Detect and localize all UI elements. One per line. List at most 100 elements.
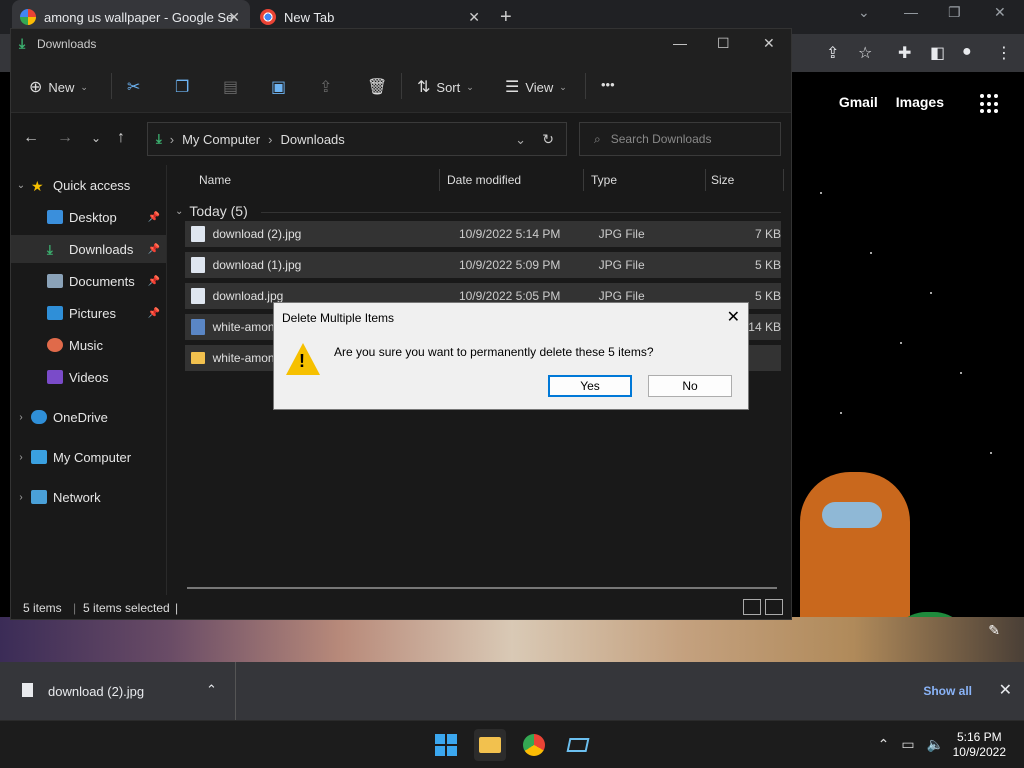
column-name[interactable]: Name — [199, 173, 231, 187]
share-icon[interactable]: ⇪ — [826, 43, 839, 63]
chrome-icon — [260, 9, 276, 25]
file-type: JPG File — [598, 289, 645, 303]
share-button[interactable]: ⇪ — [319, 77, 332, 97]
file-name: download.jpg — [212, 289, 284, 303]
delete-button[interactable]: 🗑 — [367, 77, 387, 97]
close-window-icon[interactable]: ✕ — [994, 4, 1006, 21]
download-item[interactable]: download (2).jpg ⌃ — [0, 662, 236, 720]
new-button[interactable]: ⊕ New ⌄ — [29, 77, 88, 97]
expand-chevron-icon[interactable]: ⌄ — [11, 180, 31, 191]
start-button[interactable] — [430, 729, 462, 761]
nav-videos[interactable]: Videos — [11, 363, 166, 391]
show-all-link[interactable]: Show all — [923, 684, 972, 698]
tab-search-chevron-icon[interactable]: ⌄ — [858, 4, 870, 21]
column-type[interactable]: Type — [591, 173, 617, 187]
maximize-icon[interactable]: ☐ — [717, 35, 730, 52]
google-apps-icon[interactable] — [980, 94, 1000, 114]
copy-icon: ❐ — [175, 79, 190, 96]
images-link[interactable]: Images — [896, 94, 944, 110]
close-icon[interactable]: ✕ — [727, 307, 740, 327]
extensions-icon[interactable]: ✚ — [898, 43, 911, 63]
restore-icon[interactable]: ❐ — [948, 4, 961, 21]
network-icon[interactable]: ▭ — [901, 736, 914, 753]
cut-button[interactable]: ✂ — [127, 77, 140, 97]
minimize-icon[interactable]: — — [673, 35, 687, 51]
tiles-view-icon[interactable] — [765, 599, 783, 615]
file-type: JPG File — [598, 258, 645, 272]
breadcrumb-downloads[interactable]: Downloads — [280, 132, 344, 147]
nav-desktop[interactable]: Desktop 📌 — [11, 203, 166, 231]
nav-music[interactable]: Music — [11, 331, 166, 359]
nav-my-computer[interactable]: › My Computer — [11, 443, 166, 471]
horizontal-scrollbar[interactable] — [187, 587, 777, 589]
group-header-today[interactable]: ⌄ Today (5) — [175, 203, 248, 219]
up-arrow-icon[interactable]: ↑ — [117, 129, 125, 147]
profile-icon[interactable]: ● — [962, 43, 972, 61]
app-taskbar-button[interactable] — [562, 729, 594, 761]
nav-onedrive[interactable]: › OneDrive — [11, 403, 166, 431]
show-hidden-icons-chevron-icon[interactable]: ⌃ — [878, 736, 890, 753]
rename-button[interactable]: ▣ — [271, 77, 286, 97]
nav-downloads[interactable]: ⤓ Downloads 📌 — [11, 235, 166, 263]
no-button[interactable]: No — [648, 375, 732, 397]
address-bar[interactable]: ⤓ › My Computer › Downloads ⌄ ↻ — [147, 122, 567, 156]
paste-button[interactable]: ▤ — [223, 77, 238, 97]
nav-documents[interactable]: Documents 📌 — [11, 267, 166, 295]
minimize-icon[interactable]: — — [904, 4, 918, 20]
address-dropdown-icon[interactable]: ⌄ — [515, 132, 526, 148]
copy-button[interactable]: ❐ — [175, 77, 189, 97]
edit-pencil-icon[interactable]: ✎ — [988, 622, 1000, 639]
chrome-menu-icon[interactable]: ⋮ — [996, 43, 1012, 63]
file-row[interactable]: download (2).jpg 10/9/2022 5:14 PM JPG F… — [185, 221, 781, 247]
sort-button[interactable]: ⇅ Sort ⌄ — [417, 77, 474, 97]
close-tab-icon[interactable]: ✕ — [468, 9, 480, 26]
close-icon[interactable]: ✕ — [999, 680, 1012, 700]
crewmate-visor — [822, 502, 882, 528]
selected-count: 5 items selected — [83, 601, 170, 615]
nav-label: OneDrive — [53, 409, 108, 425]
expand-chevron-icon[interactable]: › — [11, 492, 31, 503]
view-button[interactable]: ☰ View ⌄ — [505, 77, 567, 97]
forward-arrow-icon[interactable]: → — [57, 129, 73, 147]
collapse-chevron-icon: ⌄ — [175, 205, 184, 217]
tab-title: among us wallpaper - Google Se — [44, 9, 234, 25]
gmail-link[interactable]: Gmail — [839, 94, 878, 110]
side-panel-icon[interactable]: ◧ — [930, 43, 945, 63]
file-row[interactable]: download (1).jpg 10/9/2022 5:09 PM JPG F… — [185, 252, 781, 278]
refresh-icon[interactable]: ↻ — [542, 131, 554, 148]
folder-icon — [479, 737, 501, 753]
nav-label: Quick access — [53, 177, 131, 193]
nav-network[interactable]: › Network — [11, 483, 166, 511]
windows-logo-icon — [435, 734, 457, 756]
clock[interactable]: 5:16 PM 10/9/2022 — [953, 730, 1006, 760]
nav-quick-access[interactable]: ⌄ ★ Quick access — [11, 171, 166, 199]
folder-icon — [191, 352, 205, 364]
pin-icon: 📌 — [147, 275, 160, 287]
nav-pictures[interactable]: Pictures 📌 — [11, 299, 166, 327]
clock-time: 5:16 PM — [956, 730, 1002, 744]
search-input[interactable]: ⌕ Search Downloads — [579, 122, 781, 156]
navigation-pane: ⌄ ★ Quick access Desktop 📌 ⤓ Downloads 📌… — [11, 165, 167, 595]
expand-chevron-icon[interactable]: › — [11, 452, 31, 463]
recent-locations-chevron-icon[interactable]: ⌄ — [91, 131, 101, 145]
volume-icon[interactable]: 🔈 — [927, 736, 944, 753]
nav-label: Network — [53, 489, 101, 505]
column-size[interactable]: Size — [711, 173, 734, 187]
close-icon[interactable]: ✕ — [763, 35, 775, 52]
details-view-icon[interactable] — [743, 599, 761, 615]
view-label: View — [525, 79, 554, 95]
pin-icon: 📌 — [147, 307, 160, 319]
yes-button[interactable]: Yes — [548, 375, 632, 397]
column-date-modified[interactable]: Date modified — [447, 173, 521, 187]
clock-date: 10/9/2022 — [952, 745, 1006, 759]
bookmark-star-icon[interactable]: ☆ — [858, 43, 872, 63]
file-explorer-taskbar-button[interactable] — [474, 729, 506, 761]
close-tab-icon[interactable]: ✕ — [228, 9, 240, 26]
expand-chevron-icon[interactable]: › — [11, 412, 31, 423]
nav-label: Videos — [69, 369, 109, 385]
breadcrumb-my-computer[interactable]: My Computer — [182, 132, 260, 147]
chrome-taskbar-button[interactable] — [518, 729, 550, 761]
back-arrow-icon[interactable]: ← — [23, 129, 39, 147]
chevron-up-icon[interactable]: ⌃ — [206, 682, 217, 698]
more-options-button[interactable]: ••• — [601, 77, 615, 92]
